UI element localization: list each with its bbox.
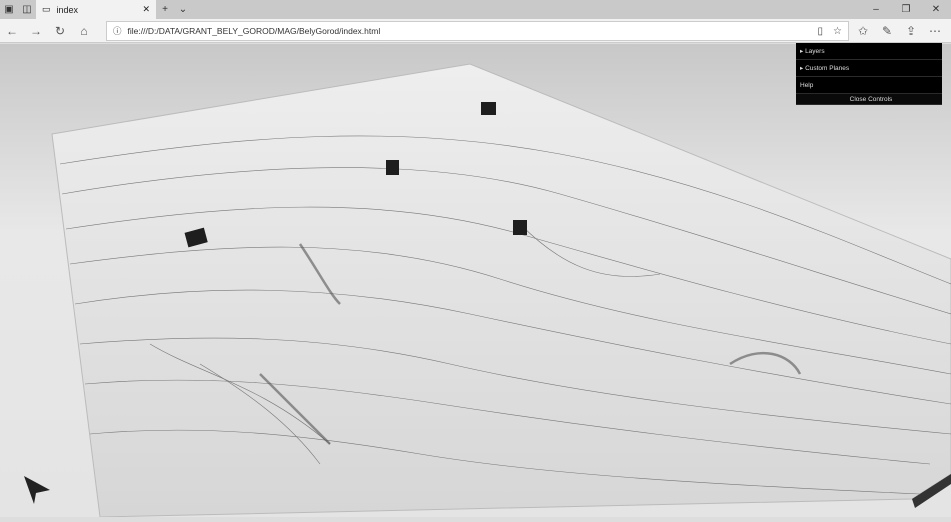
- favorite-star-icon[interactable]: ☆: [833, 26, 842, 37]
- layers-folder[interactable]: ▸ Layers: [796, 43, 942, 60]
- share-icon[interactable]: ⇪: [899, 19, 923, 43]
- close-window-icon[interactable]: ✕: [921, 0, 951, 19]
- restore-icon[interactable]: ❐: [891, 0, 921, 19]
- minimize-icon[interactable]: –: [861, 0, 891, 19]
- close-tab-icon[interactable]: ✕: [142, 4, 150, 15]
- forward-icon[interactable]: →: [24, 19, 48, 43]
- page-icon: ▭: [42, 4, 51, 14]
- home-icon[interactable]: ⌂: [72, 19, 96, 43]
- favorites-icon[interactable]: ✩: [851, 19, 875, 43]
- marker-box: [513, 220, 527, 235]
- set-aside-tabs-icon[interactable]: ◫: [18, 0, 36, 19]
- custom-planes-folder[interactable]: ▸ Custom Planes: [796, 60, 942, 77]
- tab-bar: ▣ ◫ ▭ index ✕ + ⌄ – ❐ ✕: [0, 0, 951, 19]
- reading-view-icon[interactable]: ▯: [818, 26, 824, 37]
- tab-index[interactable]: ▭ index ✕: [36, 0, 156, 19]
- marker-box: [386, 160, 399, 175]
- controls-panel: ▸ Layers ▸ Custom Planes Help Close Cont…: [796, 43, 942, 105]
- close-controls-button[interactable]: Close Controls: [796, 94, 942, 105]
- nav-bar: ← → ↻ ⌂ ⓘ file:///D:/DATA/GRANT_BELY_GOR…: [0, 19, 951, 43]
- 3d-viewport[interactable]: [0, 44, 951, 518]
- refresh-icon[interactable]: ↻: [48, 19, 72, 43]
- terrain-surface: [51, 63, 951, 518]
- chevron-down-icon[interactable]: ⌄: [174, 0, 192, 19]
- new-tab-icon[interactable]: +: [156, 0, 174, 19]
- back-icon[interactable]: ←: [0, 19, 24, 43]
- address-bar[interactable]: ⓘ file:///D:/DATA/GRANT_BELY_GOROD/MAG/B…: [106, 21, 849, 41]
- marker-box: [481, 102, 496, 115]
- terrain-map[interactable]: [0, 44, 951, 518]
- more-icon[interactable]: ⋯: [923, 19, 947, 43]
- pen-icon[interactable]: ✎: [875, 19, 899, 43]
- north-arrow-icon: [24, 476, 50, 504]
- help-item[interactable]: Help: [796, 77, 942, 94]
- url-text: file:///D:/DATA/GRANT_BELY_GOROD/MAG/Bel…: [127, 26, 381, 36]
- tab-title: index: [56, 4, 79, 15]
- info-icon: ⓘ: [113, 26, 122, 36]
- tab-actions-icon[interactable]: ▣: [0, 0, 18, 19]
